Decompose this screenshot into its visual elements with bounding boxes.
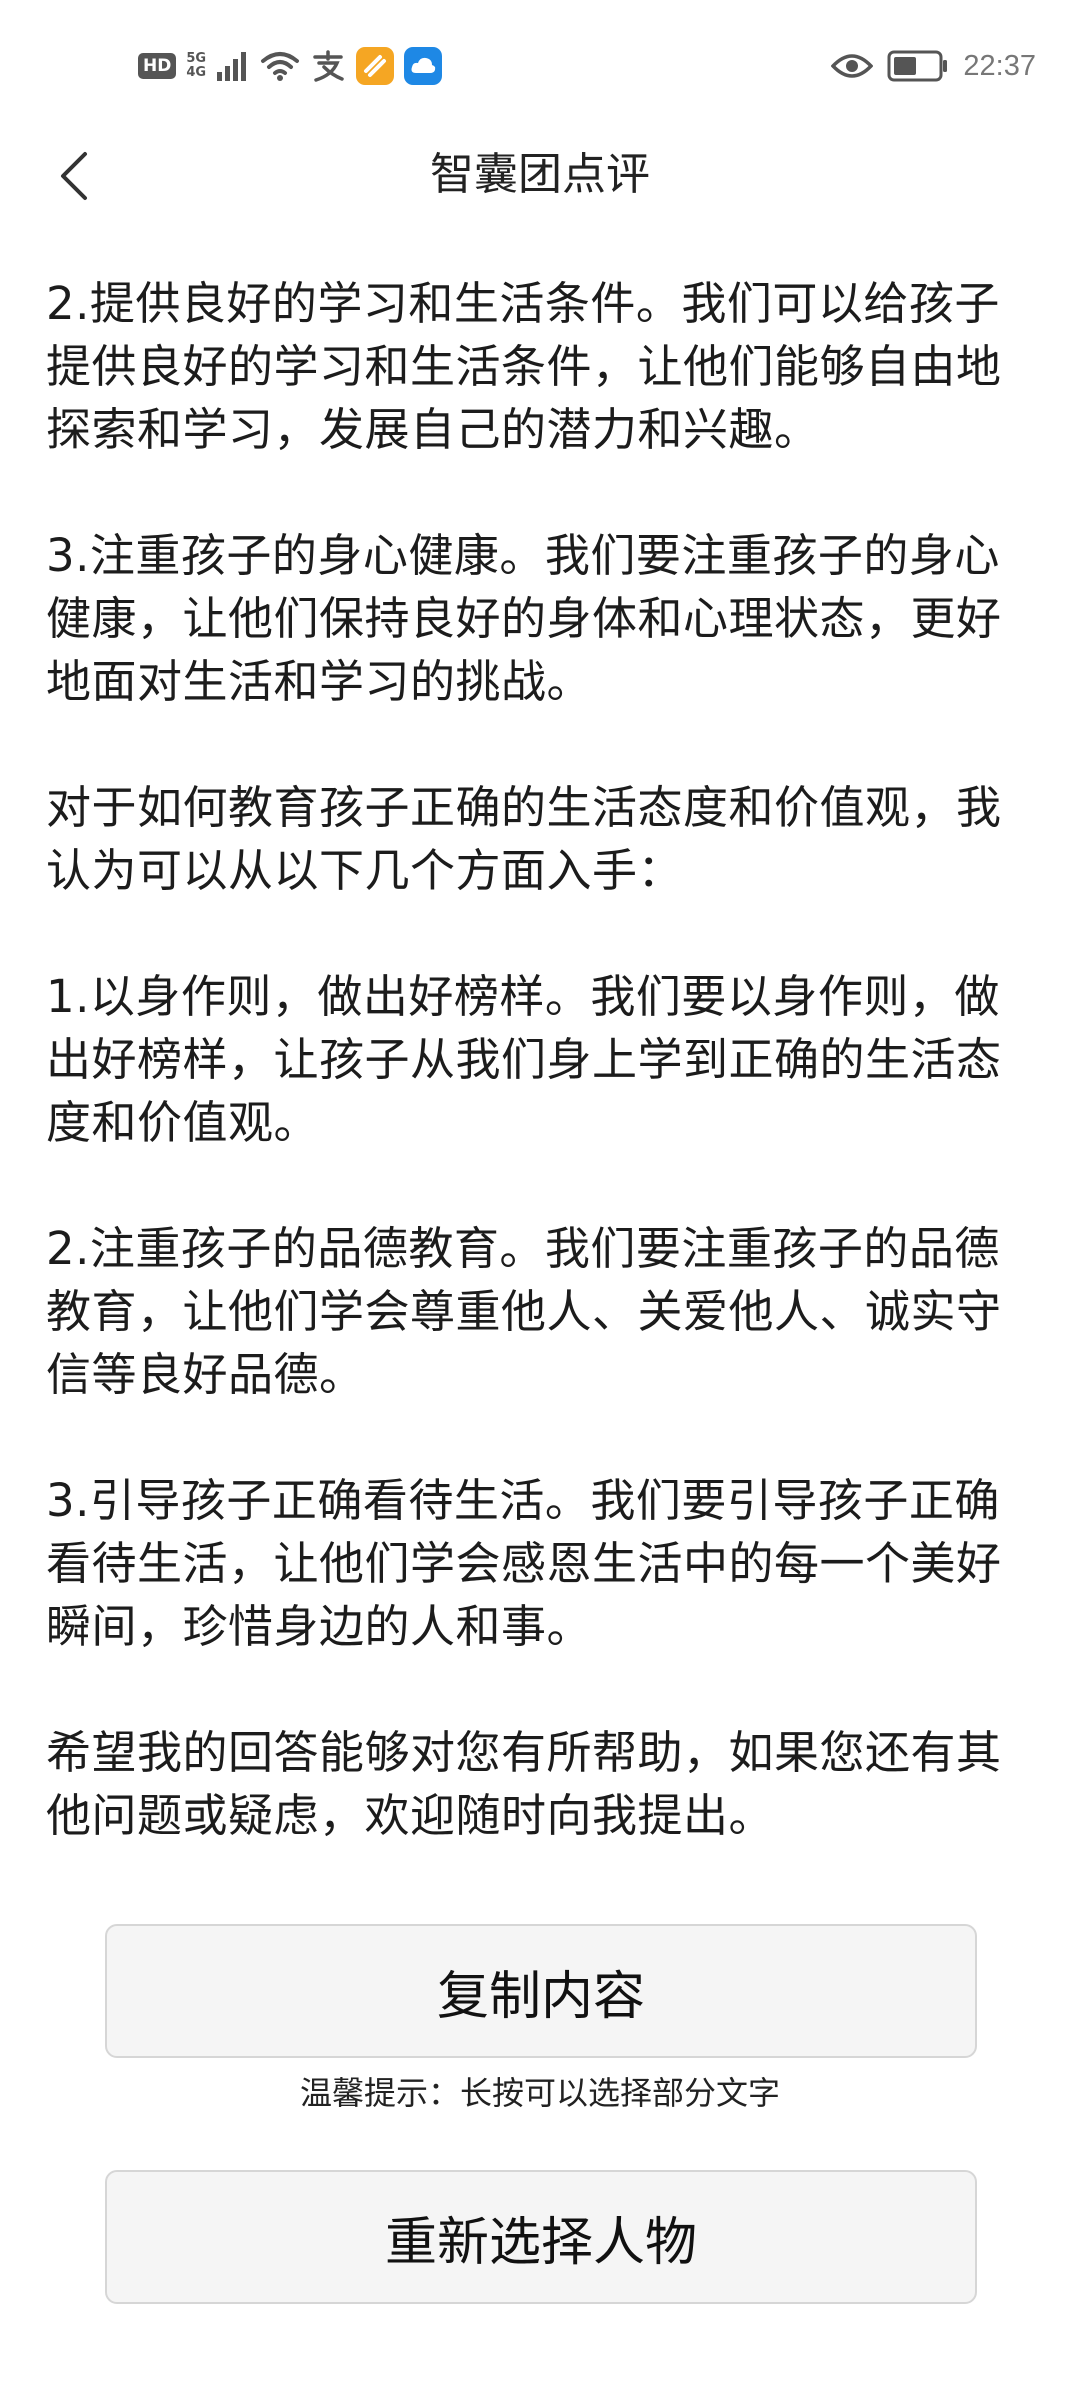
eye-icon [831,54,874,78]
network-type-top: 5G [186,51,207,66]
answer-paragraph: 希望我的回答能够对您有所帮助，如果您还有其他问题或疑虑，欢迎随时向我提出。 [46,1726,1002,1842]
answer-paragraph: 1.以身作则，做出好榜样。我们要以身作则，做出好榜样，让孩子从我们身上学到正确的… [46,970,1002,1149]
answer-paragraph: 3.引导孩子正确看待生活。我们要引导孩子正确看待生活，让他们学会感恩生活中的每一… [46,1474,1002,1653]
alipay-icon [313,50,344,82]
signal-icon [217,52,247,81]
answer-content: 2.提供良好的学习和生活条件。我们可以给孩子提供良好的学习和生活条件，让他们能够… [46,272,1021,1910]
battery-icon [887,50,948,82]
page-title: 智囊团点评 [430,149,650,200]
reselect-character-button[interactable]: 重新选择人物 [105,2170,977,2304]
title-bar: 智囊团点评 [0,130,1080,220]
long-press-hint: 温馨提示：长按可以选择部分文字 [299,2074,780,2112]
copy-content-button[interactable]: 复制内容 [105,1924,977,2058]
orange-app-icon [356,47,395,85]
status-bar-right: 22:37 [831,44,1036,88]
network-type: 5G 4G [186,52,206,80]
answer-paragraph: 3.注重孩子的身心健康。我们要注重孩子的身心健康，让他们保持良好的身体和心理状态… [46,529,1002,708]
blue-app-icon [404,47,443,85]
status-bar-left: HD 5G 4G [138,44,443,88]
wifi-icon [261,52,300,81]
answer-paragraph: 对于如何教育孩子正确的生活态度和价值观，我认为可以从以下几个方面入手： [46,781,1002,897]
status-time: 22:37 [963,49,1036,82]
answer-paragraph: 2.注重孩子的品德教育。我们要注重孩子的品德教育，让他们学会尊重他人、关爱他人、… [46,1222,1002,1401]
status-bar: HD 5G 4G 22:37 [0,0,1080,130]
answer-paragraph: 2.提供良好的学习和生活条件。我们可以给孩子提供良好的学习和生活条件，让他们能够… [46,277,1002,456]
hd-badge: HD [138,53,177,79]
network-type-bottom: 4G [186,65,207,80]
